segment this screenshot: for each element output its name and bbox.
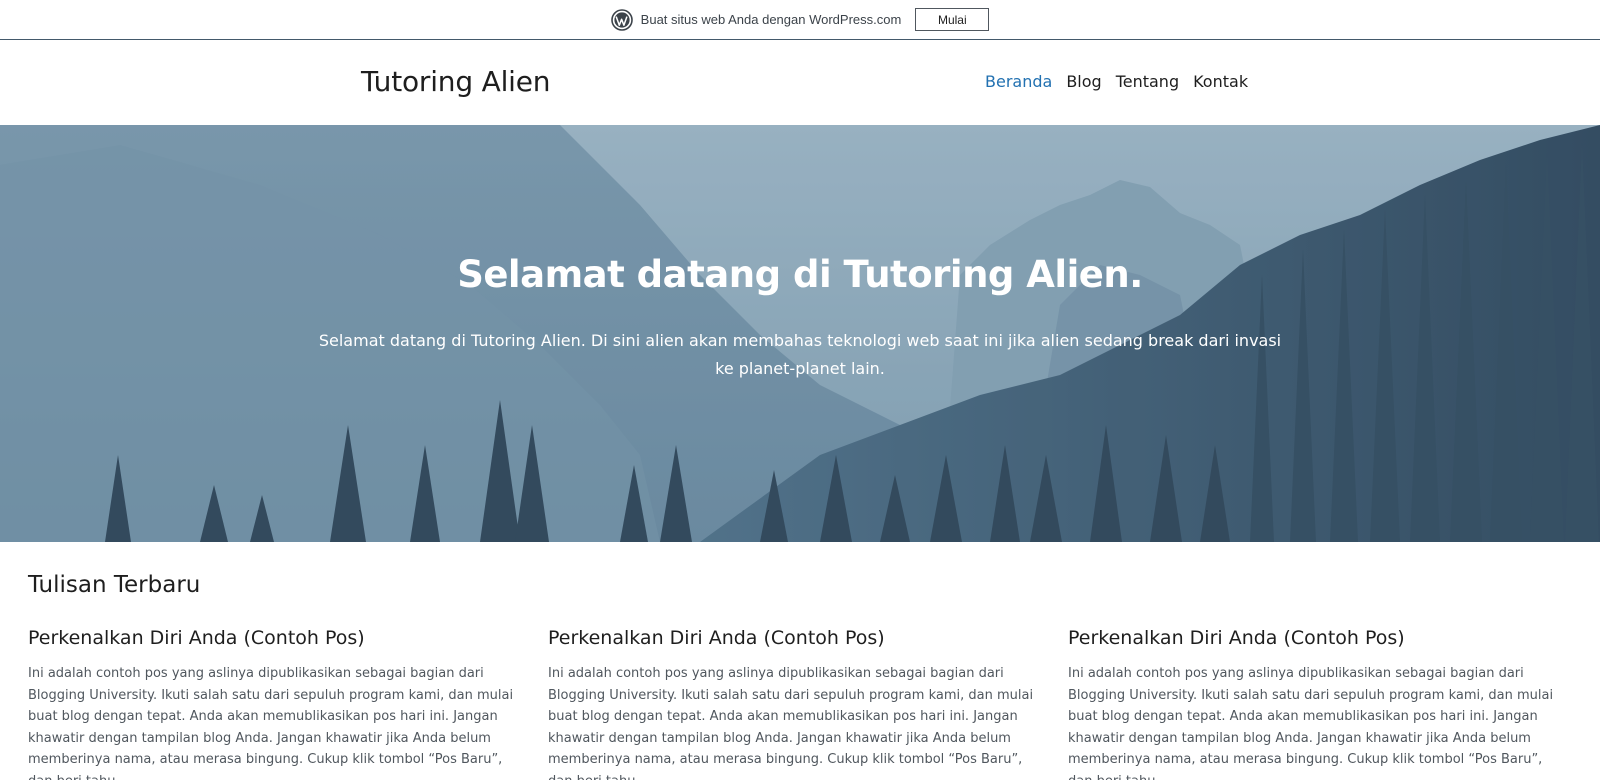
post-excerpt: Ini adalah contoh pos yang aslinya dipub… [548,666,1034,780]
post-title-link[interactable]: Perkenalkan Diri Anda (Contoh Pos) [548,627,1048,649]
post-excerpt: Ini adalah contoh pos yang aslinya dipub… [1068,666,1554,780]
post-card: Perkenalkan Diri Anda (Contoh Pos) Ini a… [548,627,1048,780]
post-title-link[interactable]: Perkenalkan Diri Anda (Contoh Pos) [1068,627,1568,649]
site-title[interactable]: Tutoring Alien [361,65,551,98]
post-excerpt: Ini adalah contoh pos yang aslinya dipub… [28,666,514,780]
nav-item-beranda[interactable]: Beranda [985,72,1052,91]
wordpress-banner: Buat situs web Anda dengan WordPress.com… [0,0,1600,40]
main-navigation: Beranda Blog Tentang Kontak [985,72,1262,91]
start-button[interactable]: Mulai [915,8,990,31]
nav-item-tentang[interactable]: Tentang [1116,72,1179,91]
hero-title: Selamat datang di Tutoring Alien. [457,253,1143,296]
post-card: Perkenalkan Diri Anda (Contoh Pos) Ini a… [28,627,528,780]
hero-description: Selamat datang di Tutoring Alien. Di sin… [318,331,1282,378]
nav-item-kontak[interactable]: Kontak [1193,72,1248,91]
wordpress-logo-icon[interactable] [610,8,633,31]
banner-text[interactable]: Buat situs web Anda dengan WordPress.com [641,12,902,27]
post-title-link[interactable]: Perkenalkan Diri Anda (Contoh Pos) [28,627,528,649]
nav-item-blog[interactable]: Blog [1066,72,1101,91]
site-header: Tutoring Alien Beranda Blog Tentang Kont… [0,40,1600,125]
hero-cover: Selamat datang di Tutoring Alien. Selama… [0,125,1600,542]
post-card: Perkenalkan Diri Anda (Contoh Pos) Ini a… [1068,627,1568,780]
recent-posts-heading: Tulisan Terbaru [28,572,201,598]
